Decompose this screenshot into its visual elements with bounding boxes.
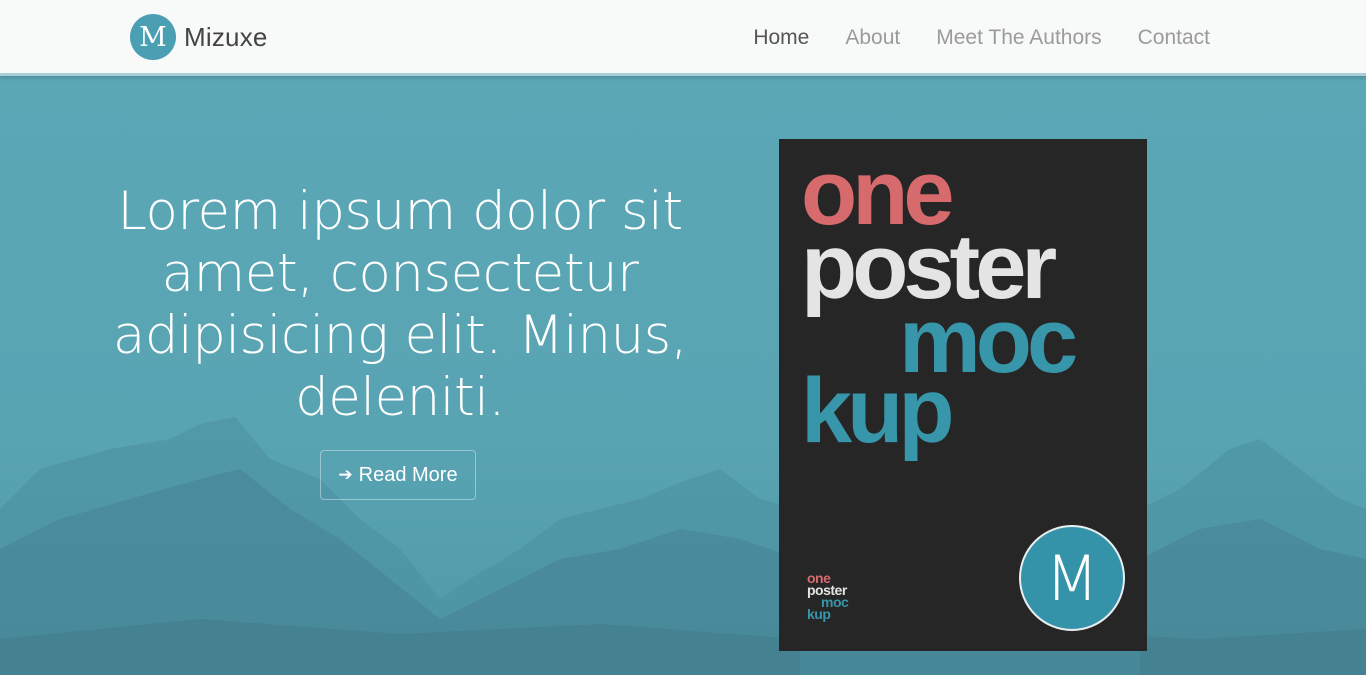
brand-logo-icon[interactable]: M (130, 14, 176, 60)
nav-link-meet-the-authors[interactable]: Meet The Authors (936, 26, 1101, 50)
arrow-right-icon: ➔ (338, 465, 353, 484)
brand[interactable]: M Mizuxe (130, 14, 268, 60)
nav-link-home[interactable]: Home (753, 26, 809, 50)
nav-link-contact[interactable]: Contact (1138, 26, 1210, 50)
read-more-label: Read More (358, 463, 458, 486)
nav-links: Home About Meet The Authors Contact (717, 26, 1210, 50)
navbar: M Mizuxe Home About Meet The Authors Con… (0, 0, 1366, 76)
poster-word-kup: kup (801, 360, 955, 462)
poster-m-badge-icon: M (1019, 525, 1125, 631)
hero-headline: Lorem ipsum dolor sit amet, consectetur … (112, 181, 688, 428)
read-more-button[interactable]: ➔ Read More (320, 450, 476, 500)
hero-section: Lorem ipsum dolor sit amet, consectetur … (0, 79, 1366, 675)
nav-link-about[interactable]: About (845, 26, 900, 50)
brand-name[interactable]: Mizuxe (184, 22, 268, 53)
poster-mockup-image: one poster moc kup one poster moc kup M (779, 139, 1147, 651)
poster-mini-logo: one poster moc kup (807, 571, 849, 621)
